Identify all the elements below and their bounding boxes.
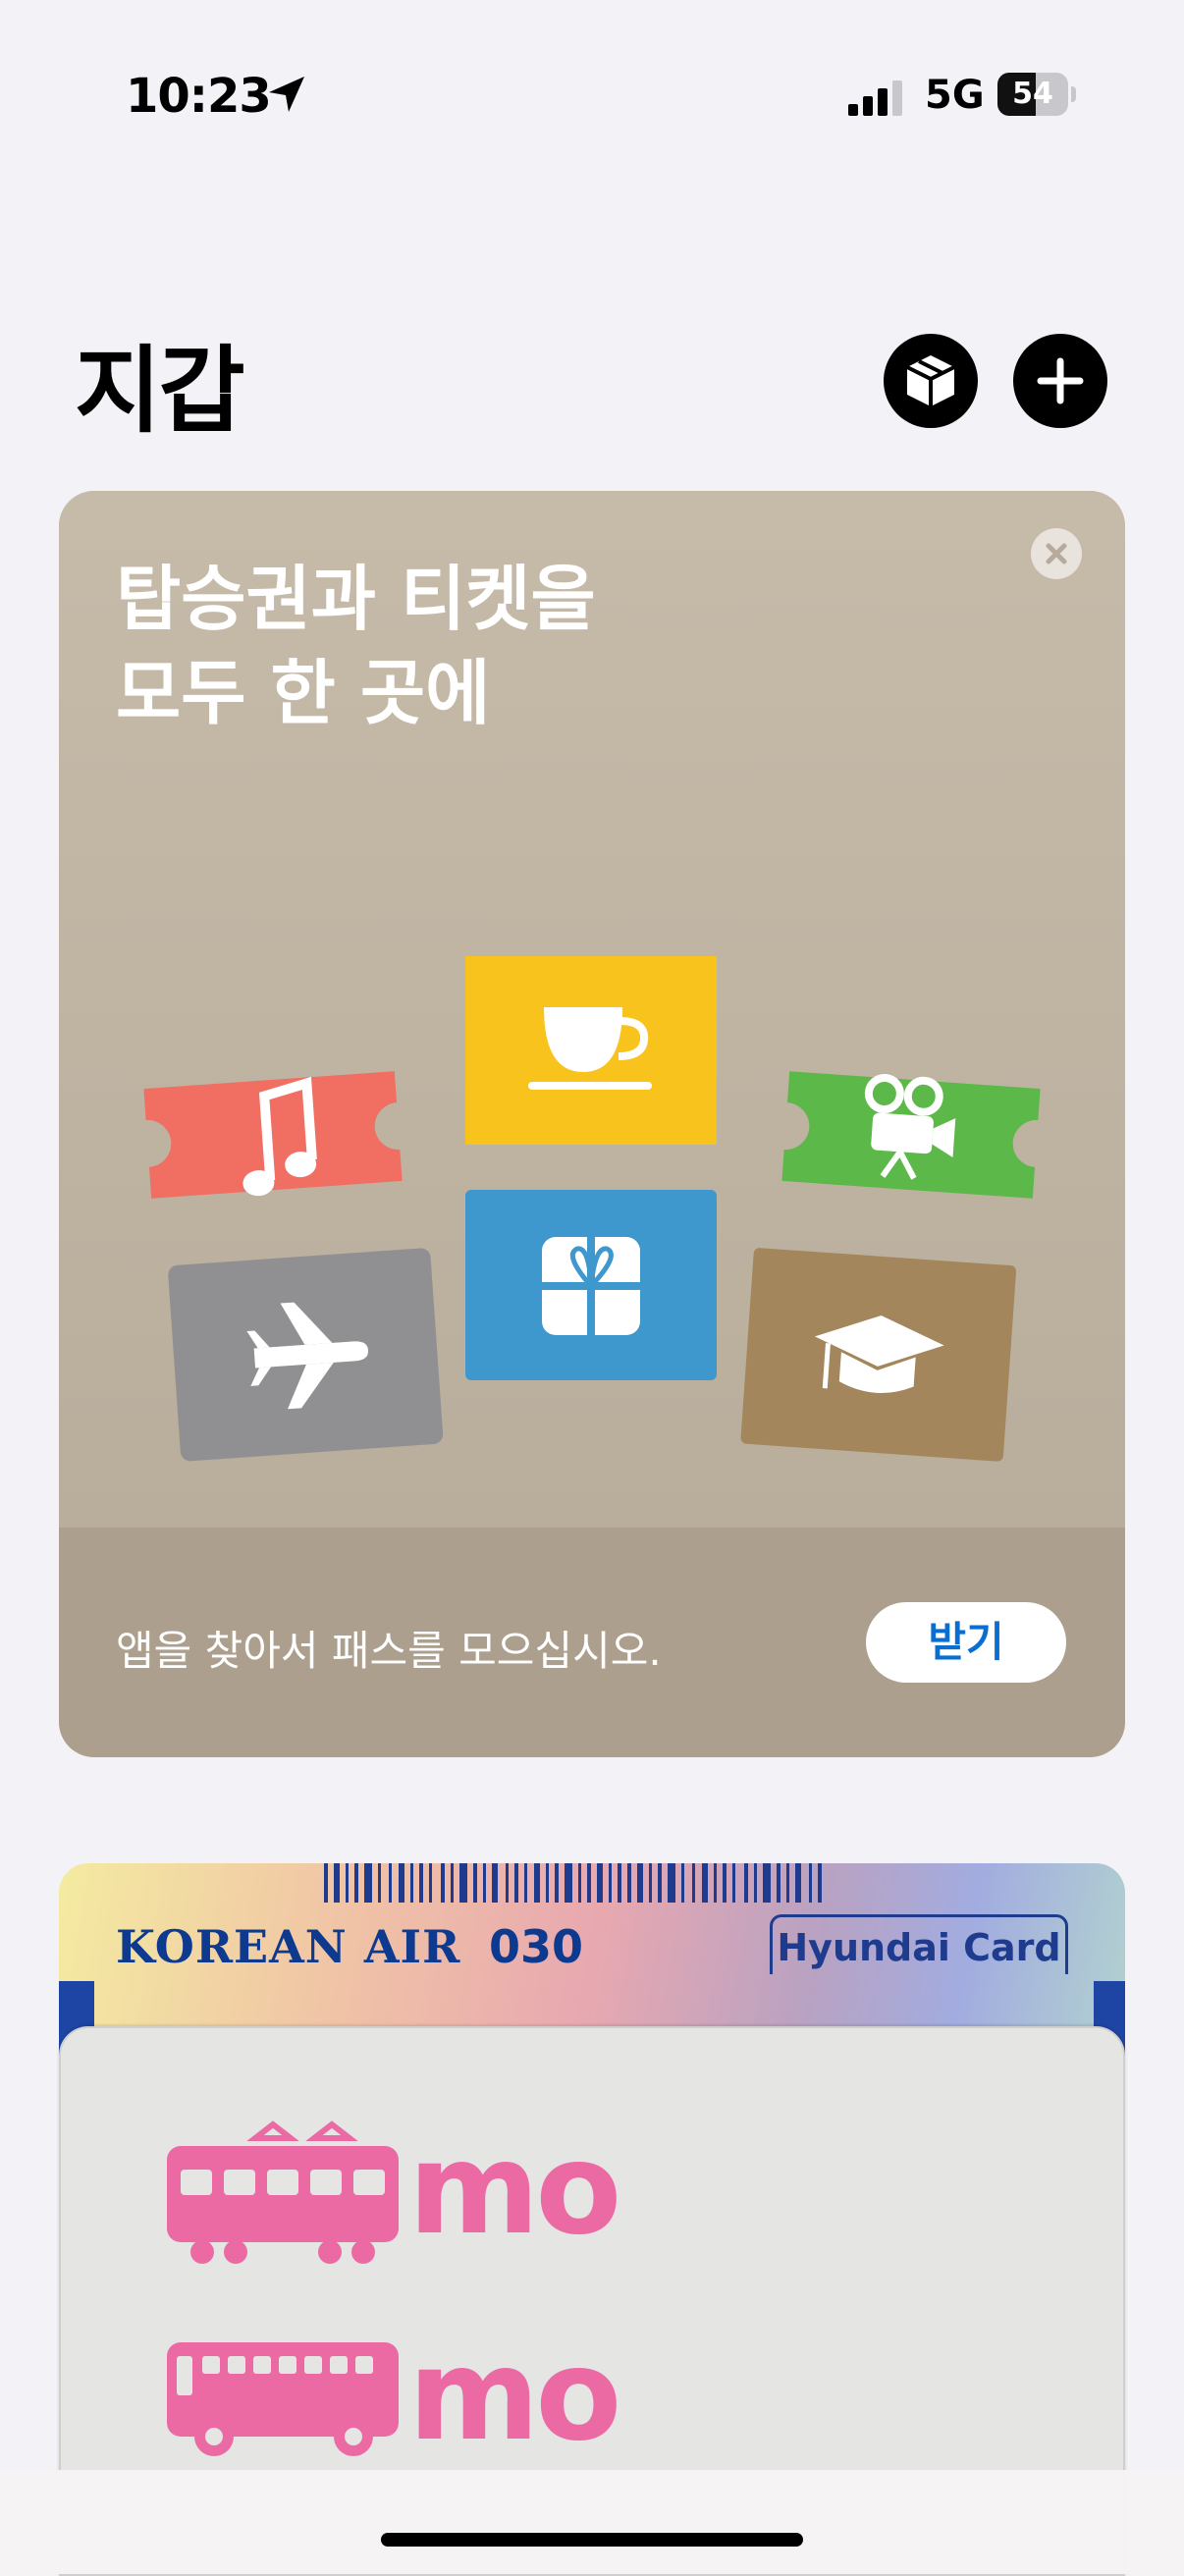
- box-icon: [906, 355, 955, 406]
- barcode-bar: [587, 1863, 591, 1903]
- network-type: 5G: [925, 73, 985, 118]
- barcode-bar: [492, 1863, 498, 1903]
- barcode-bar: [419, 1863, 423, 1903]
- barcode-bar: [658, 1863, 662, 1903]
- barcode-bar: [324, 1863, 328, 1903]
- tram-mo-label: mo: [408, 2117, 621, 2263]
- barcode-bar: [692, 1863, 695, 1903]
- barcode-bar: [473, 1863, 477, 1903]
- barcode-bar: [346, 1863, 349, 1903]
- promo-footer-text: 앱을 찾아서 패스를 모으십시오.: [116, 1627, 662, 1675]
- barcode-bar: [786, 1863, 789, 1903]
- barcode-bar: [627, 1863, 631, 1903]
- barcode-bar: [429, 1863, 432, 1903]
- location-arrow-icon: [269, 77, 304, 112]
- add-pass-button[interactable]: [1013, 334, 1107, 428]
- barcode-bar: [744, 1863, 748, 1903]
- promo-card: 탑승권과 티켓을 모두 한 곳에 앱을 찾아서 패스를 모으십시오. 받기: [59, 491, 1125, 1757]
- barcode-bar: [597, 1863, 603, 1903]
- cellular-signal-icon: [848, 80, 902, 116]
- barcode-bar: [732, 1863, 735, 1903]
- barcode-bar: [524, 1863, 527, 1903]
- bus-icon: [167, 2342, 399, 2456]
- barcode-bar: [637, 1863, 643, 1903]
- barcode-bar: [483, 1863, 486, 1903]
- movie-ticket-icon: [781, 1071, 1041, 1199]
- gift-ticket-icon: [465, 1190, 717, 1380]
- barcode-bar: [506, 1863, 509, 1903]
- battery-icon: 54: [997, 73, 1076, 116]
- barcode-bar: [378, 1863, 381, 1903]
- graduation-ticket-icon: [740, 1248, 1017, 1462]
- korean-air-logo: KOREAN AIR: [116, 1920, 461, 1973]
- barcode-bar: [668, 1863, 675, 1903]
- barcode-bar: [818, 1863, 822, 1903]
- barcode-bar: [763, 1863, 771, 1903]
- hyundai-card-logo: Hyundai Card: [770, 1914, 1068, 1974]
- bottom-fade: [0, 2470, 1184, 2574]
- barcode-bar: [410, 1863, 413, 1903]
- barcode-bar: [795, 1863, 801, 1903]
- barcode-bar: [451, 1863, 454, 1903]
- barcode-bar: [702, 1863, 708, 1903]
- barcode-bar: [546, 1863, 549, 1903]
- barcode-bar: [754, 1863, 757, 1903]
- barcode-bar: [389, 1863, 392, 1903]
- promo-footer: 앱을 찾아서 패스를 모으십시오. 받기: [59, 1528, 1125, 1757]
- plus-icon: [1037, 357, 1084, 404]
- barcode-bar: [364, 1863, 372, 1903]
- barcode-bar: [723, 1863, 727, 1903]
- barcode-strip: [324, 1863, 822, 1903]
- barcode-bar: [459, 1863, 467, 1903]
- barcode-bar: [441, 1863, 445, 1903]
- barcode-bar: [681, 1863, 684, 1903]
- barcode-bar: [649, 1863, 652, 1903]
- barcode-bar: [354, 1863, 358, 1903]
- battery-percent: 54: [1012, 77, 1053, 111]
- tram-icon: [167, 2120, 399, 2264]
- status-time: 10:23: [126, 69, 272, 124]
- page-title: 지갑: [75, 336, 245, 446]
- bus-mo-label: mo: [408, 2323, 621, 2469]
- ticket-illustration: [143, 956, 1041, 1462]
- barcode-bar: [399, 1863, 404, 1903]
- airplane-ticket-icon: [168, 1248, 444, 1462]
- barcode-bar: [534, 1863, 540, 1903]
- barcode-bar: [578, 1863, 581, 1903]
- barcode-bar: [714, 1863, 717, 1903]
- coffee-ticket-icon: [465, 956, 717, 1145]
- card-number: 030: [489, 1920, 584, 1973]
- barcode-bar: [777, 1863, 780, 1903]
- music-ticket-icon: [143, 1071, 403, 1199]
- home-indicator[interactable]: [381, 2533, 803, 2547]
- orders-button[interactable]: [884, 334, 978, 428]
- barcode-bar: [334, 1863, 340, 1903]
- barcode-bar: [809, 1863, 812, 1903]
- barcode-bar: [609, 1863, 612, 1903]
- barcode-bar: [618, 1863, 621, 1903]
- barcode-bar: [555, 1863, 559, 1903]
- barcode-bar: [514, 1863, 518, 1903]
- get-button[interactable]: 받기: [866, 1602, 1066, 1683]
- barcode-bar: [565, 1863, 572, 1903]
